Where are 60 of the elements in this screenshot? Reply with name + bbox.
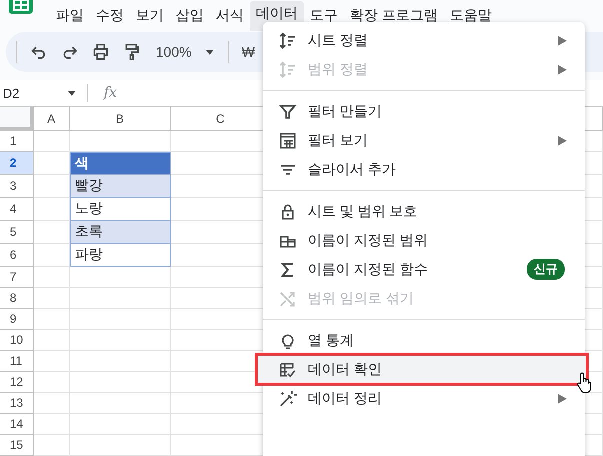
row-header[interactable]: 6	[0, 244, 34, 267]
row-header[interactable]: 7	[0, 267, 34, 288]
row-header[interactable]: 10	[0, 330, 34, 351]
menu-item[interactable]: 삽입	[170, 1, 210, 31]
menu-option[interactable]: 데이터 정리	[263, 384, 585, 413]
empty-cell	[34, 131, 70, 152]
formula-label: fx	[104, 85, 118, 101]
menu-option[interactable]: 슬라이서 추가	[263, 155, 585, 184]
empty-cell	[34, 330, 70, 351]
menu-option[interactable]: 열 통계	[263, 326, 585, 355]
name-box[interactable]: D2	[3, 86, 67, 100]
row-header[interactable]: 5	[0, 221, 34, 244]
row-header[interactable]: 12	[0, 372, 34, 393]
paint-roller-icon[interactable]	[123, 43, 141, 61]
menu-option[interactable]: 이름이 지정된 범위	[263, 226, 585, 255]
menu-option[interactable]: 시트 및 범위 보호	[263, 197, 585, 226]
row-header[interactable]: 15	[0, 435, 34, 456]
empty-cell	[34, 414, 70, 435]
menu-item[interactable]: 파일	[50, 1, 90, 31]
table-cell: 빨강	[70, 175, 171, 198]
shuffle-icon	[279, 290, 297, 308]
row-header[interactable]: 14	[0, 414, 34, 435]
table-cell: 초록	[70, 221, 171, 244]
print-icon[interactable]	[92, 43, 110, 61]
empty-cell	[34, 351, 70, 372]
empty-cell	[34, 372, 70, 393]
empty-cell	[34, 393, 70, 414]
zoom-select[interactable]: 100%	[156, 44, 192, 60]
filter-icon	[279, 102, 297, 120]
menu-item[interactable]: 서식	[210, 1, 250, 31]
caret-icon[interactable]	[67, 88, 77, 98]
wand-icon	[279, 390, 297, 408]
row-header[interactable]: 9	[0, 309, 34, 330]
row-header[interactable]: 8	[0, 288, 34, 309]
row-header[interactable]: 11	[0, 351, 34, 372]
sort-icon	[279, 32, 297, 50]
empty-cell	[34, 435, 70, 456]
table-cell: 노랑	[70, 198, 171, 221]
empty-cell	[34, 309, 70, 330]
sort-icon	[279, 60, 297, 78]
validation-icon	[279, 360, 297, 378]
row-header[interactable]: 4	[0, 198, 34, 221]
table-cell: 색	[70, 152, 171, 175]
currency-button[interactable]: ₩	[242, 44, 256, 60]
menu-item[interactable]: 보기	[130, 1, 170, 31]
menu-item[interactable]: 수정	[90, 1, 130, 31]
row-header[interactable]: 2	[0, 152, 34, 175]
bulb-icon	[279, 332, 297, 350]
row-header[interactable]: 13	[0, 393, 34, 414]
empty-cell	[34, 267, 70, 288]
new-badge: 신규	[527, 259, 565, 280]
menu-option[interactable]: 이름이 지정된 함수 신규	[263, 255, 585, 284]
table-cell: 파랑	[70, 244, 171, 267]
caret-icon[interactable]	[204, 47, 215, 57]
row-header[interactable]: 3	[0, 175, 34, 198]
filter-views-icon	[279, 132, 297, 150]
column-header[interactable]: A	[34, 107, 70, 131]
empty-cell	[34, 288, 70, 309]
column-header[interactable]: B	[70, 107, 171, 131]
lock-icon	[279, 202, 297, 220]
